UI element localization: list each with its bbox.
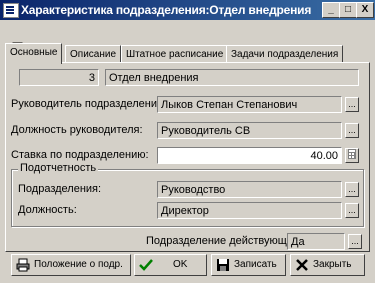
subdivision-field[interactable]: Руководство xyxy=(157,181,342,198)
calculator-icon[interactable] xyxy=(345,148,359,163)
reporting-group-title: Подотчетность xyxy=(18,162,99,174)
close-window-button[interactable]: X xyxy=(356,2,374,18)
maximize-button[interactable]: □ xyxy=(339,2,357,18)
minimize-button[interactable]: _ xyxy=(322,2,340,18)
subdivision-select-button[interactable]: ... xyxy=(345,182,359,197)
code-field[interactable]: 3 xyxy=(19,69,99,86)
tab-staff-schedule[interactable]: Штатное расписание xyxy=(121,45,229,63)
role-field[interactable]: Директор xyxy=(157,202,342,219)
name-field[interactable]: Отдел внедрения xyxy=(105,69,359,86)
close-button[interactable]: Закрыть xyxy=(290,254,365,276)
head-select-button[interactable]: ... xyxy=(345,97,359,112)
save-button[interactable]: Записать xyxy=(211,254,286,276)
position-select-button[interactable]: ... xyxy=(345,123,359,138)
tab-tasks[interactable]: Задачи подразделения xyxy=(226,45,344,63)
checkmark-icon xyxy=(139,258,153,272)
title-bar[interactable]: Характеристика подразделения:Отдел внедр… xyxy=(0,0,375,20)
active-select-button[interactable]: ... xyxy=(348,234,362,249)
role-label: Должность: xyxy=(18,204,77,216)
tab-panel: 3 Отдел внедрения Руководитель подраздел… xyxy=(5,62,370,252)
app-icon xyxy=(3,3,19,18)
printer-icon xyxy=(16,258,30,272)
tab-description[interactable]: Описание xyxy=(65,45,122,63)
regulation-button-label: Положение о подр. xyxy=(34,259,123,270)
head-field[interactable]: Лыков Степан Степанович xyxy=(157,96,342,113)
position-label: Должность руководителя: xyxy=(11,124,143,136)
active-label: Подразделение действующее: xyxy=(146,235,303,247)
ok-button-label: OK xyxy=(173,259,188,270)
active-field[interactable]: Да xyxy=(287,233,345,250)
toolbar xyxy=(0,20,375,56)
position-field[interactable]: Руководитель СВ xyxy=(157,122,342,139)
ok-button[interactable]: OK xyxy=(134,254,207,276)
rate-label: Ставка по подразделению: xyxy=(11,149,149,161)
save-button-label: Записать xyxy=(234,259,277,270)
regulation-button[interactable]: Положение о подр. xyxy=(11,254,131,276)
close-icon xyxy=(295,258,309,272)
head-label: Руководитель подразделения: xyxy=(11,98,167,110)
subdivision-label: Подразделения: xyxy=(18,183,102,195)
rate-field[interactable]: 40.00 xyxy=(157,147,342,164)
dialog-window: Характеристика подразделения:Отдел внедр… xyxy=(0,0,375,283)
window-title: Характеристика подразделения:Отдел внедр… xyxy=(21,3,311,17)
floppy-disk-icon xyxy=(216,258,230,272)
close-button-label: Закрыть xyxy=(313,259,352,270)
tab-main[interactable]: Основные xyxy=(5,43,63,64)
role-select-button[interactable]: ... xyxy=(345,203,359,218)
